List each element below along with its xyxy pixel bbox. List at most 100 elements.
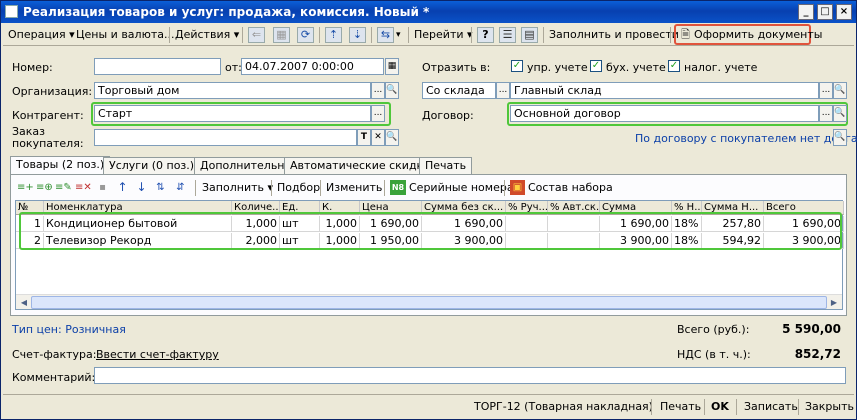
date-input[interactable]: 04.07.2007 0:00:00 (241, 58, 384, 75)
organization-input[interactable]: Торговый дом (94, 82, 371, 99)
tab-print[interactable]: Печать (419, 157, 473, 174)
separator (798, 399, 799, 415)
goto-menu[interactable]: Перейти ▾ (414, 27, 473, 43)
search-icon[interactable]: 🔍 (385, 82, 399, 99)
document-window: Реализация товаров и услуг: продажа, ком… (0, 0, 857, 420)
change-button[interactable]: Изменить (326, 180, 382, 196)
post-document-icon[interactable]: ⇡ (325, 27, 342, 43)
tab-auto-discounts[interactable]: Автоматические скидки (284, 157, 437, 174)
counterparty-select-button[interactable]: ... (371, 105, 385, 122)
type-select-button[interactable]: T (357, 129, 371, 146)
reflect-label: Отразить в: (422, 61, 491, 74)
print-form-select[interactable]: ТОРГ-12 (Товарная накладная) (474, 399, 653, 415)
search-icon[interactable]: 🔍 (833, 129, 847, 146)
scroll-left-icon[interactable]: ◀ (17, 296, 31, 309)
serial-numbers-button[interactable]: Серийные номера (409, 180, 514, 196)
separator (384, 180, 385, 196)
search-icon[interactable]: 🔍 (833, 105, 847, 122)
maximize-button[interactable]: □ (817, 4, 833, 20)
operation-menu[interactable]: Операция ▾ (8, 27, 75, 43)
refresh-icon[interactable]: ⟳ (297, 27, 314, 43)
no-debt-link[interactable]: По договору с покупателем нет долга (635, 132, 857, 145)
calendar-icon[interactable]: ▦ (385, 58, 399, 75)
add-row-icon[interactable]: ≡+ (17, 180, 34, 195)
acct-accounting-checkbox[interactable]: ✓ (590, 60, 602, 72)
comment-label: Комментарий: (12, 371, 96, 384)
movements-icon[interactable]: ▤ (521, 27, 538, 43)
move-up-icon[interactable]: ↑ (115, 180, 130, 195)
main-toolbar: Операция ▾ Цены и валюта... Действия ▾ ⇐… (3, 24, 854, 46)
copy-row-icon[interactable]: ≡⊕ (36, 180, 53, 195)
set-composition-button[interactable]: Состав набора (528, 180, 613, 196)
warehouse-input[interactable]: Главный склад (510, 82, 819, 99)
warehouse-kind-ellipsis[interactable]: ... (496, 82, 510, 99)
counterparty-label: Контрагент: (12, 109, 84, 122)
tab-goods[interactable]: Товары (2 поз.) (10, 156, 111, 175)
structure-icon[interactable]: ☰ (499, 27, 516, 43)
separator (408, 27, 409, 43)
vat-value: 852,72 (794, 347, 841, 361)
tax-accounting-checkbox[interactable]: ✓ (668, 60, 680, 72)
horizontal-scrollbar[interactable]: ◀ ▶ (16, 294, 842, 309)
title-bar: Реализация товаров и услуг: продажа, ком… (1, 1, 856, 23)
scrollbar-thumb[interactable] (31, 296, 827, 309)
print-button[interactable]: Печать (660, 399, 701, 415)
warehouse-kind-select[interactable]: Со склада (422, 82, 496, 99)
copy-icon[interactable]: ▦ (273, 27, 290, 43)
tab-additional[interactable]: Дополнительно (194, 157, 298, 174)
unpost-document-icon[interactable]: ⇣ (349, 27, 366, 43)
scroll-right-icon[interactable]: ▶ (827, 296, 841, 309)
move-down-icon[interactable]: ↓ (134, 180, 149, 195)
separator (271, 180, 272, 196)
separator (704, 399, 705, 415)
actions-menu[interactable]: Действия ▾ (175, 27, 239, 43)
customer-order-input[interactable] (94, 129, 357, 146)
document-icon (5, 5, 18, 18)
clear-icon[interactable]: ✕ (371, 129, 385, 146)
enter-invoice-link[interactable]: Ввести счет-фактуру (96, 348, 219, 361)
tab-services[interactable]: Услуги (0 поз.) (103, 157, 201, 174)
separator (195, 180, 196, 196)
number-input[interactable] (94, 58, 221, 75)
chevron-down-icon[interactable]: ▾ (396, 27, 401, 43)
save-button[interactable]: Записать (744, 399, 798, 415)
make-documents-button[interactable]: Оформить документы (694, 27, 822, 43)
search-icon[interactable]: 🔍 (385, 129, 399, 146)
prices-currency-button[interactable]: Цены и валюта... (76, 27, 174, 43)
sort-ascending-icon[interactable]: ⇅ (153, 180, 168, 195)
close-window-button[interactable]: × (836, 4, 852, 20)
contract-select-button[interactable]: ... (819, 105, 833, 122)
separator (543, 27, 544, 43)
window-title: Реализация товаров и услуг: продажа, ком… (23, 5, 430, 19)
organization-label: Организация: (12, 85, 93, 98)
fill-menu[interactable]: Заполнить ▾ (202, 180, 273, 196)
separator (736, 399, 737, 415)
mgmt-accounting-checkbox[interactable]: ✓ (511, 60, 523, 72)
date-label: от: (225, 61, 242, 74)
organization-select-button[interactable]: ... (371, 82, 385, 99)
close-button[interactable]: Закрыть (805, 399, 854, 415)
back-arrow-icon[interactable]: ⇐ (248, 27, 265, 43)
minimize-button[interactable]: _ (798, 4, 814, 20)
based-on-icon[interactable]: ⇆ (377, 27, 394, 43)
separator (319, 27, 320, 43)
edit-row-icon[interactable]: ≡✎ (55, 180, 72, 195)
sort-descending-icon[interactable]: ⇵ (173, 180, 188, 195)
ok-button[interactable]: OK (711, 399, 729, 415)
warehouse-select-button[interactable]: ... (819, 82, 833, 99)
invoice-label: Счет-фактура: (12, 348, 97, 361)
total-value: 5 590,00 (782, 322, 841, 336)
finish-edit-icon[interactable]: ▪ (95, 180, 110, 195)
contract-input[interactable]: Основной договор (510, 105, 819, 122)
fill-and-post-button[interactable]: Заполнить и провести (549, 27, 679, 43)
search-icon[interactable]: 🔍 (833, 82, 847, 99)
price-type-link[interactable]: Тип цен: Розничная (12, 323, 126, 336)
total-label: Всего (руб.): (677, 323, 750, 336)
separator (471, 27, 472, 43)
comment-input[interactable] (94, 367, 846, 384)
counterparty-input[interactable]: Старт (94, 105, 371, 122)
selection-button[interactable]: Подбор (277, 180, 320, 196)
help-icon[interactable]: ? (477, 27, 494, 43)
delete-row-icon[interactable]: ≡✕ (75, 180, 92, 195)
number-label: Номер: (12, 61, 53, 74)
